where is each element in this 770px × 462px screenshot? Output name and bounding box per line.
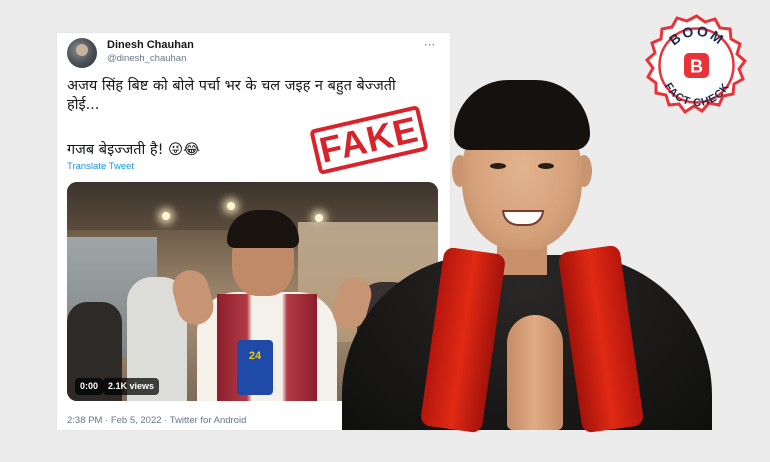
tweet-text-secondary: गजब बेइज्जती है! 😜😂 <box>67 142 201 158</box>
display-name[interactable]: Dinesh Chauhan <box>107 39 194 51</box>
badge-letter: B <box>690 57 703 77</box>
user-handle[interactable]: @dinesh_chauhan <box>107 53 186 64</box>
portrait-hair <box>454 80 590 150</box>
video-frame-light <box>315 214 323 222</box>
boom-fact-check-logo: BOOM FACT CHECK B <box>645 14 748 115</box>
video-frame-light <box>162 212 170 220</box>
microphone <box>237 340 273 395</box>
tweet-timestamp[interactable]: 2:38 PM · Feb 5, 2022 · Twitter for Andr… <box>67 415 246 426</box>
translate-tweet-link[interactable]: Translate Tweet <box>67 161 134 172</box>
video-view-count: 2.1K views <box>103 378 160 395</box>
video-elapsed-time: 0:00 <box>75 378 104 395</box>
avatar[interactable] <box>67 38 97 68</box>
mic-channel-label: 24 <box>248 350 262 362</box>
video-frame-light <box>227 202 235 210</box>
more-options-icon[interactable]: ⋯ <box>424 38 436 51</box>
portrait-eye <box>538 163 554 169</box>
portrait-eye <box>490 163 506 169</box>
folded-hands <box>507 315 563 430</box>
